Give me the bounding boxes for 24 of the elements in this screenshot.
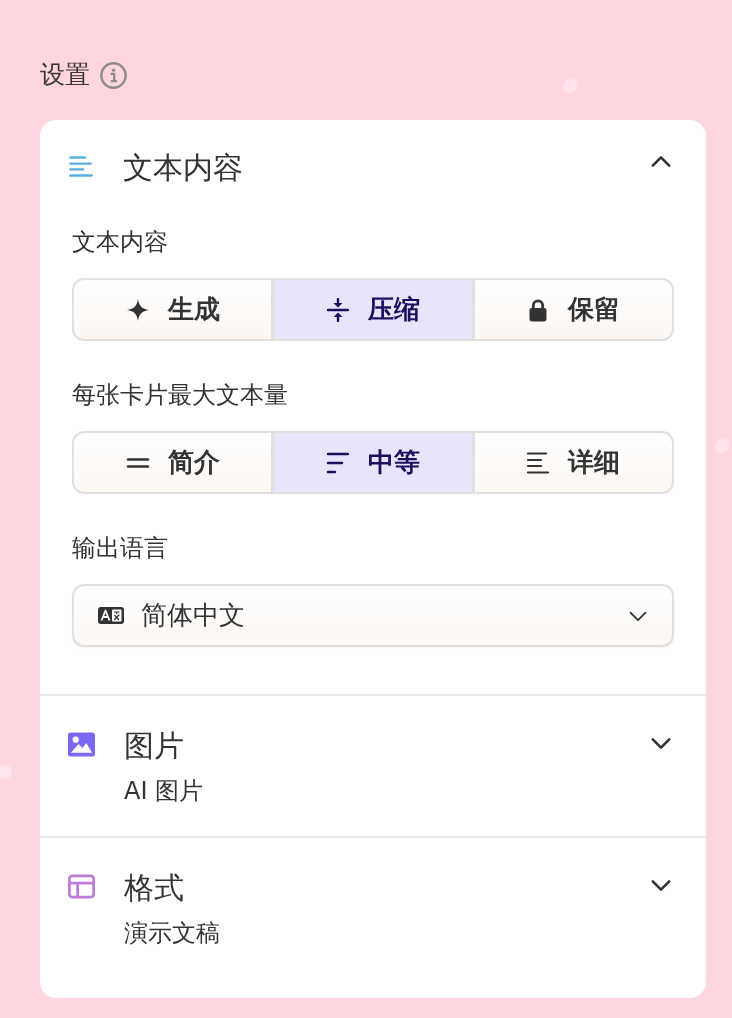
translate-icon xyxy=(98,607,124,624)
segment-option[interactable]: 保留 xyxy=(474,280,672,339)
section-subtitle: 演示文稿 xyxy=(124,918,220,949)
condense-arrows-icon xyxy=(326,297,350,322)
language-dropdown[interactable]: 简体中文 xyxy=(72,584,674,647)
field-label: 输出语言 xyxy=(72,533,168,564)
text-lines-icon xyxy=(526,450,551,475)
field-label: 每张卡片最大文本量 xyxy=(72,380,288,411)
three-lines-icon xyxy=(326,450,350,475)
image-icon xyxy=(68,732,95,757)
layout-icon xyxy=(68,874,95,899)
segment-option[interactable]: 详细 xyxy=(474,433,672,492)
section-title: 格式 xyxy=(124,869,184,907)
settings-title: 设置 xyxy=(40,59,90,91)
text-lines-icon xyxy=(68,155,94,178)
segment-option[interactable]: 简介 xyxy=(74,433,272,492)
segment-option[interactable]: 中等 xyxy=(274,433,472,492)
segment-option[interactable]: 压缩 xyxy=(274,280,472,339)
field-label: 文本内容 xyxy=(72,227,168,258)
info-icon[interactable] xyxy=(100,61,127,89)
section-title: 文本内容 xyxy=(123,149,243,187)
section-subtitle: AI 图片 xyxy=(124,776,204,807)
segment-option[interactable]: 生成 xyxy=(74,280,272,339)
section-title: 图片 xyxy=(124,727,184,765)
